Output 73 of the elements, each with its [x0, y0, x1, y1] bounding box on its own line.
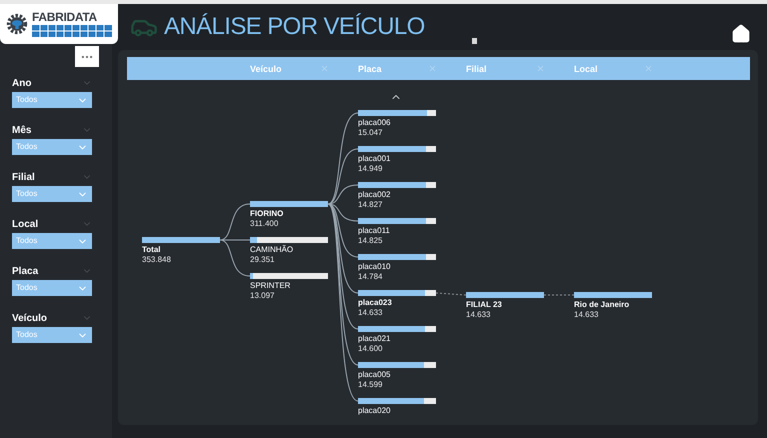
level-label[interactable]: Filial [466, 63, 487, 76]
close-icon[interactable] [320, 64, 329, 73]
logo-text: FABRIDATA [32, 11, 98, 23]
node-bar[interactable] [250, 201, 328, 207]
node-bar[interactable] [358, 362, 436, 368]
node-label: placa006 [358, 118, 392, 128]
filter-label: Placa [12, 264, 38, 278]
node-label: SPRINTER [250, 281, 292, 291]
close-icon[interactable] [536, 64, 545, 73]
node-label: placa023 [358, 298, 393, 308]
node-value: 29.351 [250, 255, 276, 264]
node-bar[interactable] [250, 237, 328, 243]
connector-line [544, 294, 574, 296]
close-icon[interactable] [644, 64, 653, 73]
node-value: 14.784 [358, 272, 384, 281]
close-icon[interactable] [428, 64, 437, 73]
level-label[interactable]: Placa [358, 63, 382, 76]
node-label: placa005 [358, 370, 392, 380]
node-label: placa001 [358, 154, 392, 164]
node-value: 14.949 [358, 164, 384, 173]
filter-label: Filial [12, 170, 35, 184]
node-value: 15.047 [358, 128, 384, 137]
connector-line [436, 292, 466, 296]
filter-label: Local [12, 218, 38, 232]
node-bar[interactable] [250, 273, 328, 279]
filter-dropdown[interactable]: Todos [12, 186, 92, 202]
filter-dropdown[interactable]: Todos [12, 139, 92, 155]
node-label: placa002 [358, 190, 392, 200]
filter-label: Mês [12, 124, 32, 138]
filter-dropdown[interactable]: Todos [12, 233, 92, 249]
node-bar[interactable] [358, 326, 436, 332]
marker-square [472, 38, 477, 44]
home-icon[interactable] [731, 24, 751, 44]
filter-dropdown[interactable]: Todos [12, 280, 92, 296]
node-label: Total [142, 245, 162, 255]
filter-label: Veículo [12, 312, 48, 326]
node-bar[interactable] [358, 182, 436, 188]
node-value: 311.400 [250, 219, 280, 228]
node-label: FILIAL 23 [466, 300, 503, 310]
grid-bar-icon [32, 25, 112, 37]
node-label: placa011 [358, 226, 391, 236]
node-value: 14.633 [466, 310, 492, 319]
node-bar[interactable] [358, 218, 436, 224]
filter-label: Ano [12, 76, 32, 90]
node-label: placa021 [358, 334, 392, 344]
page-title: ANÁLISE POR VEÍCULO [164, 15, 425, 39]
cloud-gear-icon [6, 11, 28, 37]
node-value: 353.848 [142, 255, 172, 264]
node-bar[interactable] [358, 110, 436, 116]
node-value: 13.097 [250, 291, 276, 300]
node-bar[interactable] [574, 292, 652, 298]
node-bar[interactable] [358, 398, 436, 404]
more-options-button[interactable] [75, 46, 99, 67]
node-label: FIORINO [250, 209, 284, 219]
node-label: CAMINHÃO [250, 245, 294, 255]
node-value: 14.600 [358, 344, 384, 353]
node-value: 14.827 [358, 200, 384, 209]
node-value: 14.633 [358, 308, 384, 317]
node-label: Rio de Janeiro [574, 300, 630, 310]
node-value: 14.633 [574, 310, 600, 319]
node-bar[interactable] [466, 292, 544, 298]
filter-dropdown[interactable]: Todos [12, 92, 92, 108]
node-label: placa020 [358, 406, 392, 416]
node-label: placa010 [358, 262, 392, 272]
node-value: 14.599 [358, 380, 384, 389]
level-label[interactable]: Local [574, 63, 598, 76]
filter-dropdown[interactable]: Todos [12, 327, 92, 343]
node-bar[interactable] [358, 146, 436, 152]
level-label[interactable]: Veículo [250, 63, 282, 76]
node-value: 14.825 [358, 236, 384, 245]
node-bar[interactable] [358, 254, 436, 260]
node-bar[interactable] [358, 290, 436, 296]
node-bar[interactable] [142, 237, 220, 243]
